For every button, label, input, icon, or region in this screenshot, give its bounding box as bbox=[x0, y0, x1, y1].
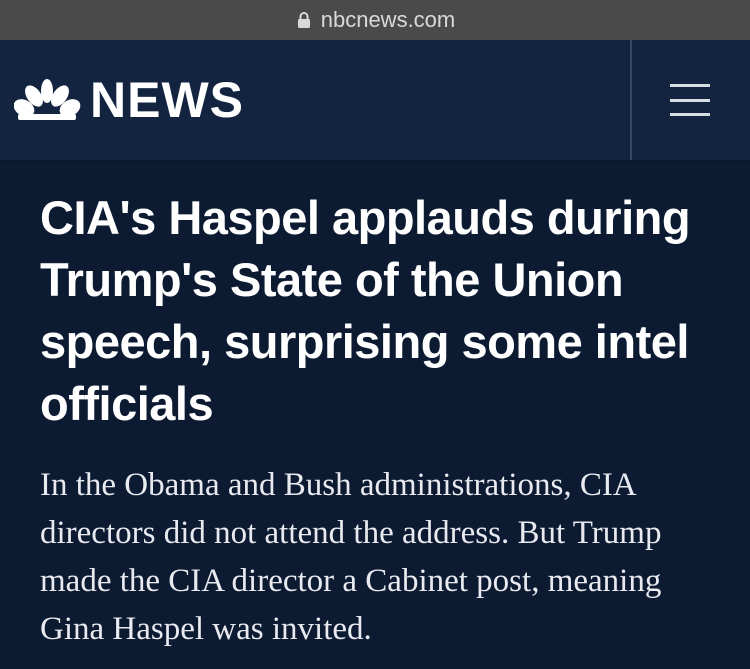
nbc-news-logo[interactable]: NEWS bbox=[14, 71, 244, 129]
browser-address-bar[interactable]: nbcnews.com bbox=[0, 0, 750, 40]
site-header: NEWS bbox=[0, 40, 750, 161]
article-dek: In the Obama and Bush administrations, C… bbox=[40, 467, 662, 647]
nbc-peacock-icon bbox=[14, 79, 81, 120]
url-text[interactable]: nbcnews.com bbox=[321, 7, 456, 33]
article-headline[interactable]: CIA's Haspel applauds during Trump's Sta… bbox=[0, 161, 750, 435]
menu-divider bbox=[630, 40, 632, 160]
lock-icon bbox=[297, 12, 310, 28]
brand-wordmark: NEWS bbox=[90, 72, 244, 128]
hamburger-menu-icon[interactable] bbox=[670, 84, 710, 116]
